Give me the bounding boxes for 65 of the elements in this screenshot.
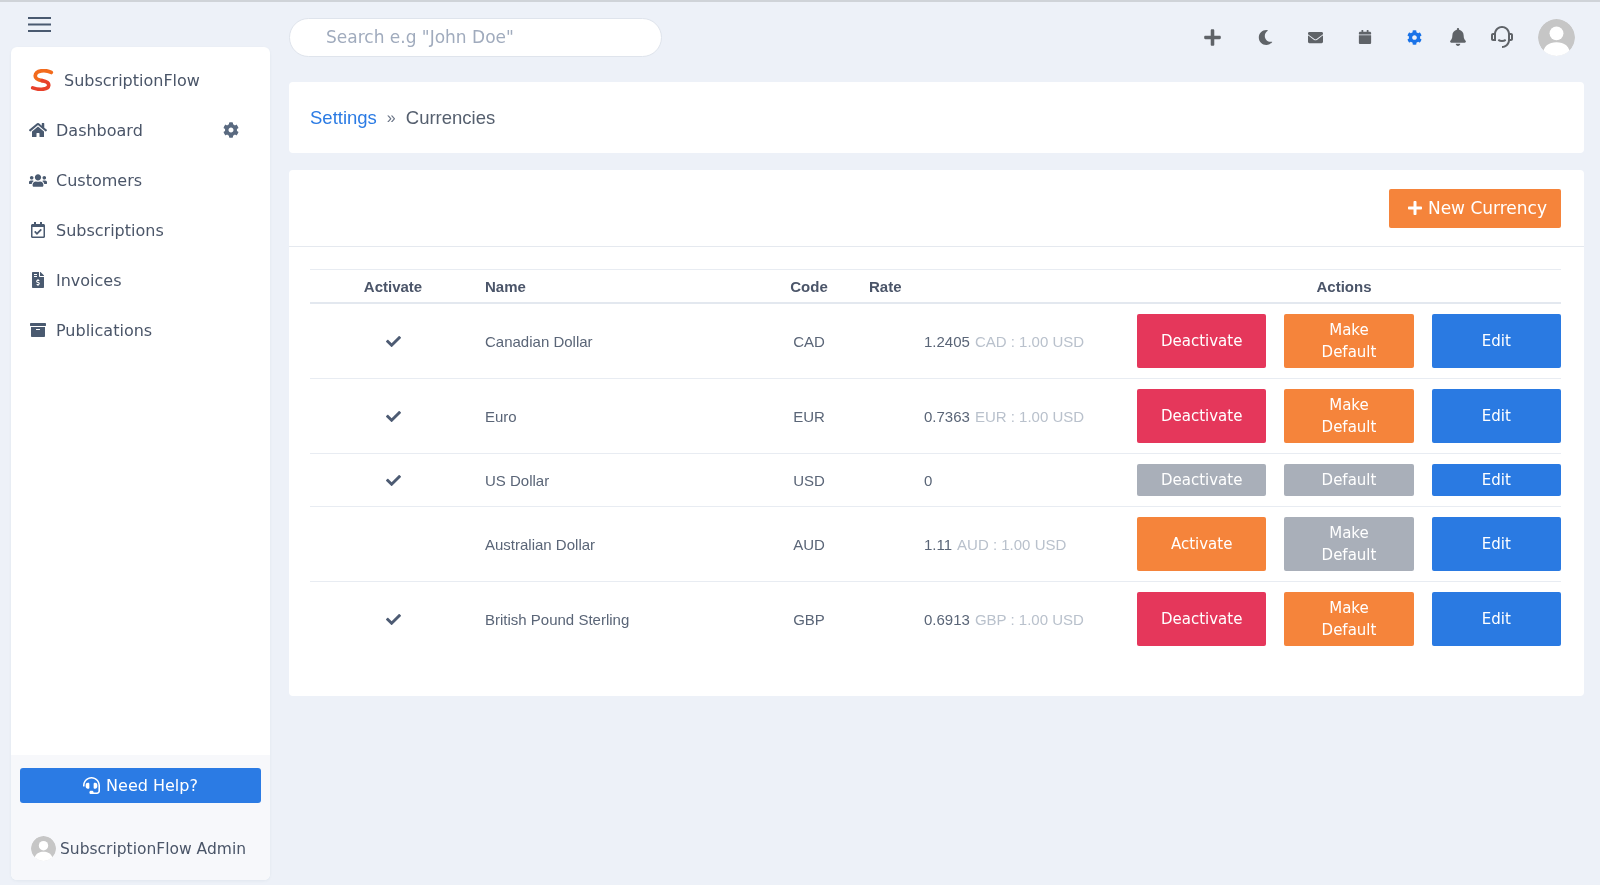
sidebar-item[interactable]: Publications xyxy=(29,320,153,340)
currency-code: GBP xyxy=(793,610,825,628)
edit-button[interactable]: Edit xyxy=(1431,389,1561,443)
column-header: Activate xyxy=(363,277,423,295)
column-header: Name xyxy=(484,277,526,295)
breadcrumb-current: Currencies xyxy=(405,106,496,129)
currency-rate: 0.7363 xyxy=(924,407,970,425)
deactivate-button[interactable]: Deactivate xyxy=(1137,592,1267,646)
invoice-dollar-icon xyxy=(30,272,46,288)
column-header: Rate xyxy=(868,277,902,295)
sidebar-item[interactable]: Invoices xyxy=(29,270,122,290)
currency-name: Australian Dollar xyxy=(484,535,596,553)
currency-rate: 0 xyxy=(924,471,933,489)
currency-code: EUR xyxy=(793,407,825,425)
archive-box-icon xyxy=(30,322,46,338)
menu-icon[interactable] xyxy=(28,17,51,32)
settings-icon[interactable] xyxy=(1406,29,1422,45)
help-button[interactable]: Need Help? xyxy=(20,768,261,803)
column-header: Code xyxy=(790,277,828,295)
edit-button[interactable]: Edit xyxy=(1431,464,1561,496)
sidebar-item[interactable]: Dashboard xyxy=(29,120,143,140)
headset-icon xyxy=(83,777,101,794)
action-button[interactable]: Make Default xyxy=(1284,592,1414,646)
currency-code: CAD xyxy=(793,332,825,350)
calendar-icon[interactable] xyxy=(1358,30,1372,44)
currency-rate: 1.11 xyxy=(924,535,953,553)
currency-name: Canadian Dollar xyxy=(484,332,593,350)
house-icon xyxy=(29,121,47,139)
breadcrumb-link[interactable]: Settings xyxy=(310,106,377,129)
currency-rate: 1.2405 xyxy=(924,332,970,350)
rate-note: AUD : 1.00 USD xyxy=(957,535,1067,553)
plus-icon[interactable] xyxy=(1202,27,1222,47)
settings-icon[interactable] xyxy=(223,122,239,138)
rate-note: CAD : 1.00 USD xyxy=(974,332,1085,350)
moon-icon[interactable] xyxy=(1257,29,1273,45)
sidebar-item[interactable]: Subscriptions xyxy=(29,220,164,240)
user-name: SubscriptionFlow Admin xyxy=(60,839,246,858)
headset-icon[interactable] xyxy=(1490,25,1514,49)
calendar-check-icon xyxy=(30,222,46,238)
rate-note: EUR : 1.00 USD xyxy=(974,407,1085,425)
envelope-icon[interactable] xyxy=(1307,29,1323,45)
currency-code: USD xyxy=(793,471,825,489)
currency-name: Euro xyxy=(484,407,517,425)
deactivate-button[interactable]: Deactivate xyxy=(1137,314,1267,368)
edit-button[interactable]: Edit xyxy=(1431,517,1561,571)
brand-name: SubscriptionFlow xyxy=(64,70,200,90)
action-button[interactable]: Activate xyxy=(1137,517,1267,571)
edit-button[interactable]: Edit xyxy=(1431,592,1561,646)
deactivate-button[interactable]: Deactivate xyxy=(1137,389,1267,443)
breadcrumb-separator: » xyxy=(386,108,396,127)
currency-code: AUD xyxy=(793,535,825,553)
plus-icon xyxy=(1406,200,1423,216)
edit-button[interactable]: Edit xyxy=(1431,314,1561,368)
currency-name: British Pound Sterling xyxy=(484,610,630,628)
column-header: Actions xyxy=(1316,277,1372,295)
bell-icon[interactable] xyxy=(1449,28,1467,46)
currency-name: US Dollar xyxy=(484,471,550,489)
new-currency-button[interactable]: New Currency xyxy=(1388,188,1561,228)
currency-rate: 0.6913 xyxy=(924,610,970,628)
sidebar-item[interactable]: Customers xyxy=(29,170,143,190)
action-button[interactable]: Make Default xyxy=(1284,314,1414,368)
rate-note: GBP : 1.00 USD xyxy=(974,610,1084,628)
search-field[interactable]: Search e.g "John Doe" xyxy=(289,17,662,57)
logo-icon xyxy=(30,69,54,91)
action-button[interactable]: Make Default xyxy=(1284,389,1414,443)
